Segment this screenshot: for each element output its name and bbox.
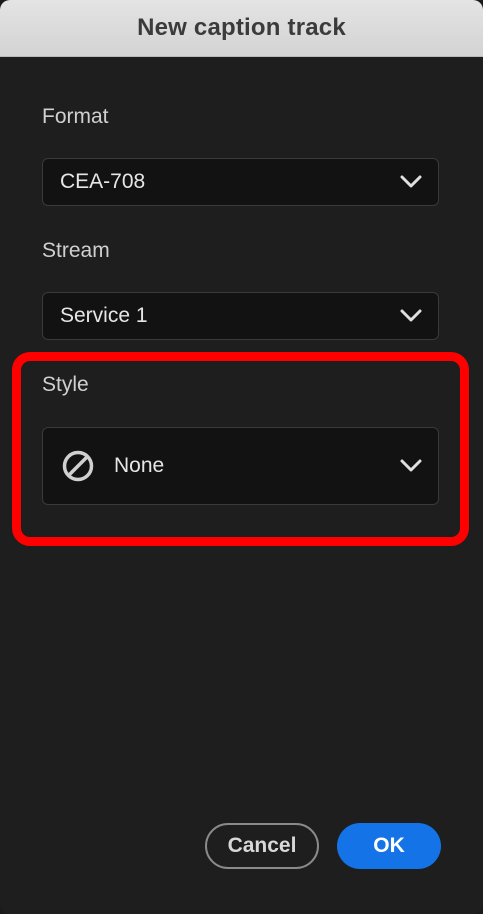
dialog-titlebar[interactable]: New caption track [0, 0, 483, 57]
chevron-down-icon [400, 309, 422, 322]
stream-value: Service 1 [60, 304, 148, 327]
new-caption-track-dialog: New caption track Format CEA-708 Stream … [0, 0, 483, 914]
stream-dropdown[interactable]: Service 1 [42, 292, 439, 340]
format-label: Format [42, 105, 109, 128]
style-highlight-box [12, 352, 469, 546]
stream-label: Stream [42, 239, 110, 262]
dialog-title: New caption track [137, 14, 346, 41]
chevron-down-icon [400, 175, 422, 188]
ok-button[interactable]: OK [337, 823, 441, 869]
cancel-button[interactable]: Cancel [205, 823, 319, 869]
format-dropdown[interactable]: CEA-708 [42, 158, 439, 206]
format-value: CEA-708 [60, 170, 146, 193]
